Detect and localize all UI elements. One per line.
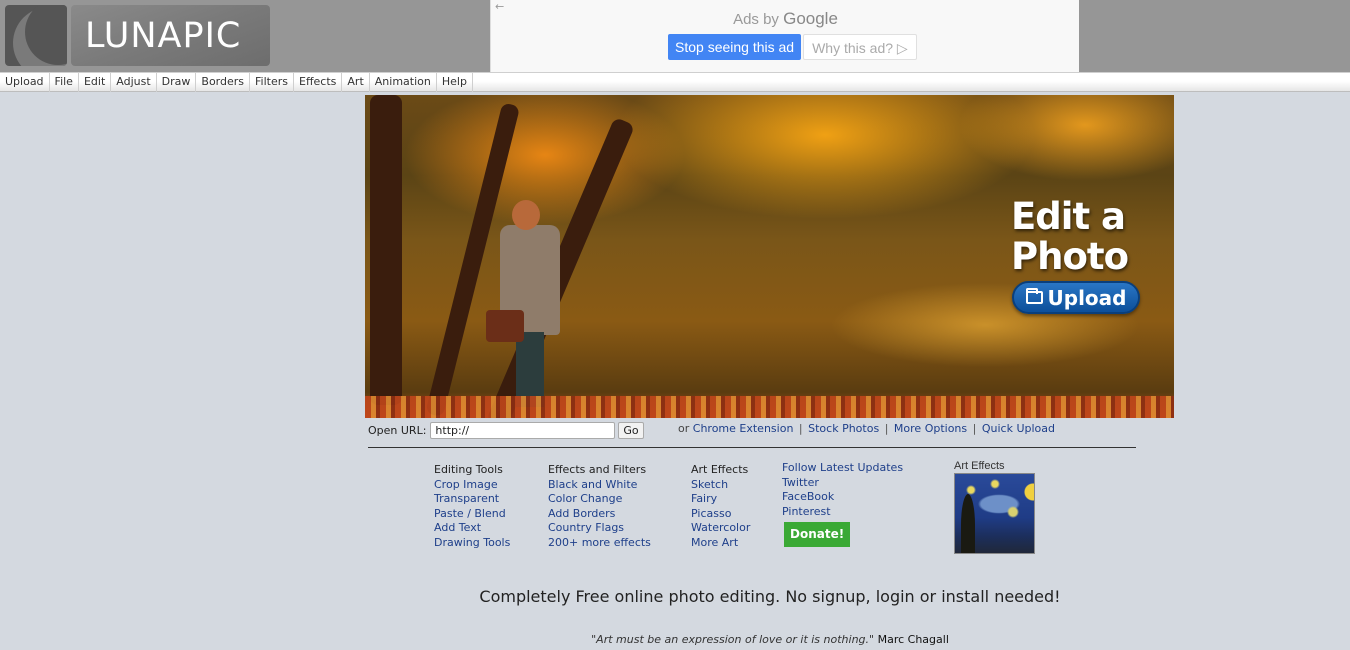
quote-author: Marc Chagall	[877, 633, 949, 646]
follow-updates-link[interactable]: Follow Latest Updates	[782, 461, 903, 476]
effects-filters-column: Effects and Filters Black and White Colo…	[548, 463, 651, 551]
art-effects-preview[interactable]: Art Effects	[954, 460, 1035, 554]
quote: "Art must be an expression of love or it…	[0, 633, 1350, 646]
more-options-link[interactable]: More Options	[894, 422, 967, 435]
ads-by-google: Ads by Google	[491, 9, 1080, 29]
menu-filters[interactable]: Filters	[250, 73, 294, 92]
black-and-white-link[interactable]: Black and White	[548, 478, 651, 493]
paste-blend-link[interactable]: Paste / Blend	[434, 507, 510, 522]
add-borders-link[interactable]: Add Borders	[548, 507, 651, 522]
separator: |	[884, 422, 889, 435]
column-heading: Effects and Filters	[548, 463, 647, 476]
chrome-extension-link[interactable]: Chrome Extension	[693, 422, 794, 435]
art-effects-label: Art Effects	[954, 460, 1005, 472]
quote-text: "Art must be an expression of love or it…	[591, 633, 875, 646]
country-flags-link[interactable]: Country Flags	[548, 521, 651, 536]
lunapic-logo[interactable]: LUNAPIC	[5, 5, 270, 66]
menu-borders[interactable]: Borders	[196, 73, 251, 92]
go-button[interactable]: Go	[618, 421, 644, 439]
url-input[interactable]	[430, 421, 616, 439]
crop-image-link[interactable]: Crop Image	[434, 478, 510, 493]
editing-tools-column: Editing Tools Crop Image Transparent Pas…	[434, 463, 510, 551]
separator: |	[972, 422, 977, 435]
picasso-link[interactable]: Picasso	[691, 507, 750, 522]
hero-image[interactable]: Edit a Photo Upload	[365, 95, 1174, 418]
menu-help[interactable]: Help	[437, 73, 473, 92]
moon-logo-icon	[5, 5, 67, 66]
stock-photos-link[interactable]: Stock Photos	[808, 422, 879, 435]
starry-night-thumbnail[interactable]	[954, 473, 1035, 554]
or-text: or	[678, 422, 690, 435]
sketch-link[interactable]: Sketch	[691, 478, 750, 493]
menu-draw[interactable]: Draw	[157, 73, 197, 92]
ad-banner: ← Ads by Google Stop seeing this ad Why …	[490, 0, 1079, 72]
folder-icon	[1025, 288, 1043, 304]
open-url-label: Open URL:	[368, 423, 427, 437]
quick-upload-link[interactable]: Quick Upload	[982, 422, 1055, 435]
divider	[368, 447, 1136, 448]
art-effects-column: Art Effects Sketch Fairy Picasso Waterco…	[691, 463, 750, 551]
logo-text-box: LUNAPIC	[71, 5, 270, 66]
menu-effects[interactable]: Effects	[294, 73, 343, 92]
twitter-link[interactable]: Twitter	[782, 476, 903, 491]
separator: |	[798, 422, 803, 435]
stop-seeing-ad-button[interactable]: Stop seeing this ad	[668, 34, 802, 60]
menu-adjust[interactable]: Adjust	[111, 73, 157, 92]
google-label: Google	[783, 9, 838, 28]
menu-art[interactable]: Art	[342, 73, 370, 92]
menu-animation[interactable]: Animation	[370, 73, 437, 92]
donate-button[interactable]: Donate!	[784, 522, 851, 548]
more-art-link[interactable]: More Art	[691, 536, 750, 551]
transparent-link[interactable]: Transparent	[434, 492, 510, 507]
fallen-leaves	[365, 396, 1174, 418]
cypress-shape	[961, 494, 975, 553]
photographer-figure	[486, 200, 560, 415]
hero-upload-label: Upload	[1047, 285, 1127, 310]
column-heading: Art Effects	[691, 463, 749, 476]
ad-buttons: Stop seeing this ad Why this ad? ▷	[668, 34, 917, 60]
column-heading: Editing Tools	[434, 463, 503, 476]
pinterest-link[interactable]: Pinterest	[782, 505, 903, 520]
drawing-tools-link[interactable]: Drawing Tools	[434, 536, 510, 551]
color-change-link[interactable]: Color Change	[548, 492, 651, 507]
tree-trunk	[370, 95, 402, 405]
hero-title-line2: Photo	[1011, 235, 1129, 278]
ads-by-label: Ads by	[733, 11, 779, 28]
open-url-row: Open URL: Go	[368, 421, 644, 439]
menu-file[interactable]: File	[50, 73, 79, 92]
menu-upload[interactable]: Upload	[0, 73, 50, 92]
add-text-link[interactable]: Add Text	[434, 521, 510, 536]
tagline: Completely Free online photo editing. No…	[479, 587, 1061, 606]
menu-edit[interactable]: Edit	[79, 73, 112, 92]
why-this-ad-button[interactable]: Why this ad? ▷	[803, 34, 917, 60]
watercolor-link[interactable]: Watercolor	[691, 521, 750, 536]
hero-upload-button[interactable]: Upload	[1012, 281, 1140, 314]
logo-text: LUNAPIC	[85, 16, 242, 56]
more-effects-link[interactable]: 200+ more effects	[548, 536, 651, 551]
hero-title: Edit a Photo	[1011, 195, 1129, 278]
social-column: Follow Latest Updates Twitter FaceBook P…	[782, 461, 903, 548]
fairy-link[interactable]: Fairy	[691, 492, 750, 507]
upload-options-links: or Chrome Extension | Stock Photos | Mor…	[678, 422, 1055, 435]
hero-title-line1: Edit a	[1011, 195, 1126, 238]
menu-bar: Upload File Edit Adjust Draw Borders Fil…	[0, 72, 1350, 92]
facebook-link[interactable]: FaceBook	[782, 490, 903, 505]
